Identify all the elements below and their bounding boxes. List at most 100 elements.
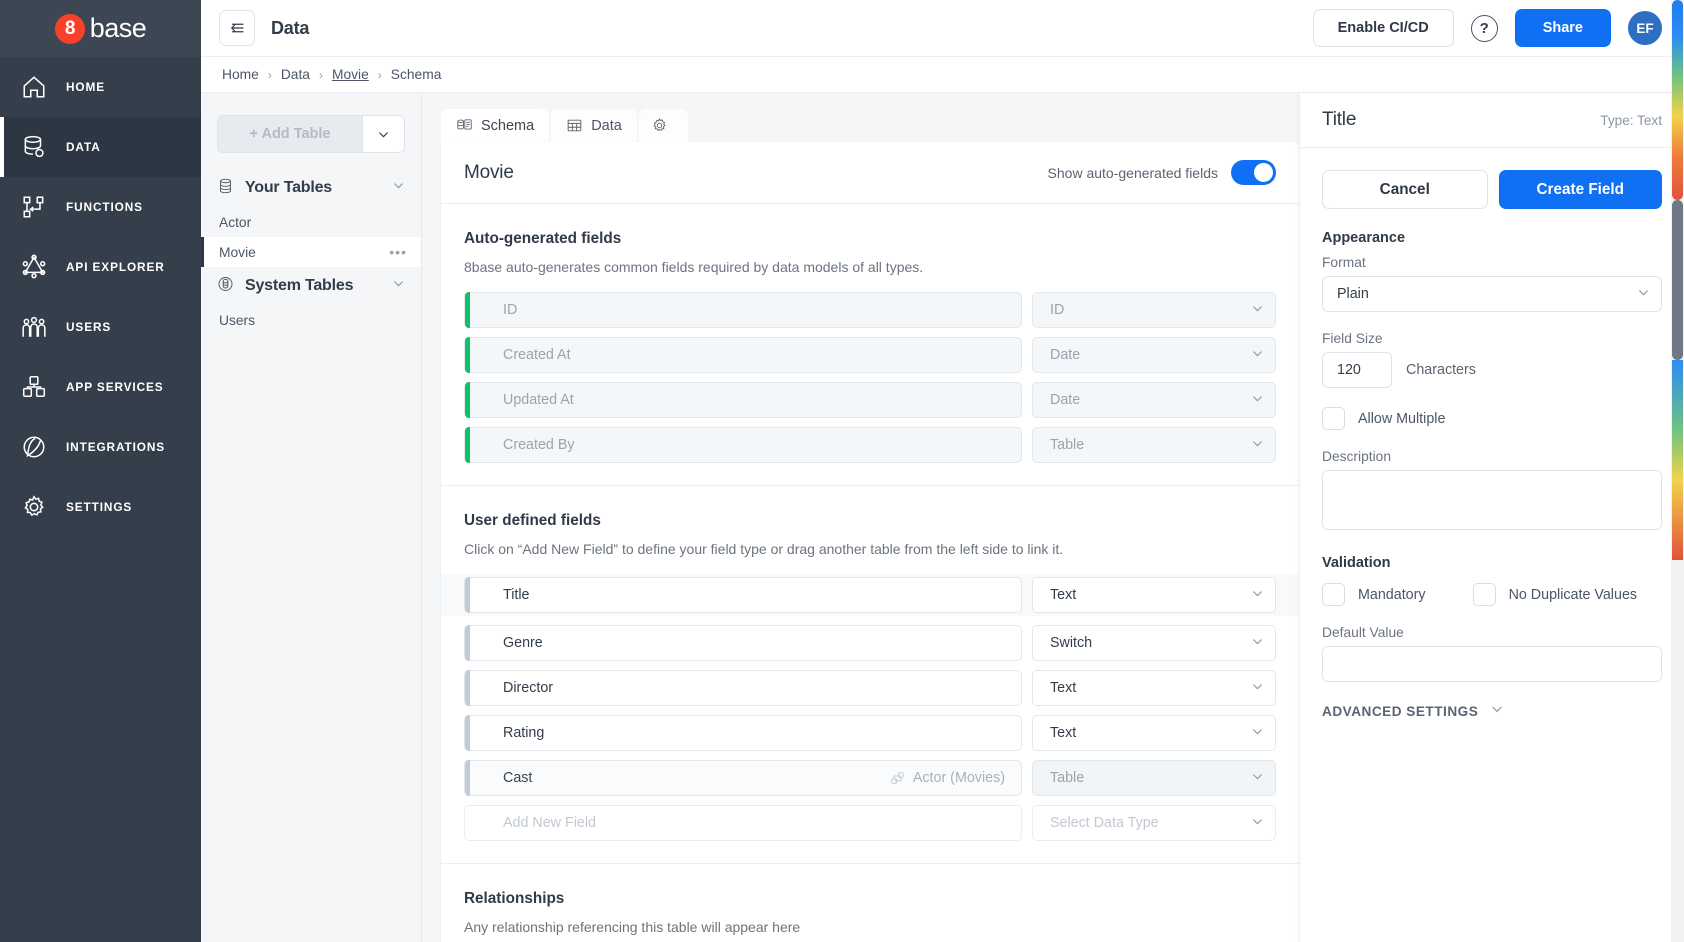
chevron-down-icon[interactable]: [392, 179, 405, 197]
sidebar-item-settings[interactable]: SETTINGS: [0, 477, 201, 537]
chevron-down-icon[interactable]: [392, 277, 405, 295]
share-button[interactable]: Share: [1515, 9, 1611, 47]
tab-settings[interactable]: [639, 109, 688, 142]
field-editor-header: Title Type: Text: [1300, 93, 1684, 148]
section-title: Relationships: [464, 890, 1276, 908]
sidebar-item-label: FUNCTIONS: [66, 200, 143, 214]
integrations-icon: [20, 434, 47, 461]
field-type-label: Text: [1050, 587, 1251, 603]
field-name-input: Created By: [464, 427, 1022, 463]
description-textarea[interactable]: [1322, 470, 1662, 530]
sidebar-item-api-explorer[interactable]: API EXPLORER: [0, 237, 201, 297]
table-list-item-actor[interactable]: Actor: [201, 207, 421, 237]
field-type-select[interactable]: Text: [1032, 715, 1276, 751]
chevron-down-icon: [1251, 347, 1264, 364]
advanced-settings-toggle[interactable]: ADVANCED SETTINGS: [1322, 702, 1662, 721]
chevron-down-icon: [1251, 587, 1264, 604]
add-table-button[interactable]: + Add Table: [217, 115, 362, 153]
system-tables-group-header[interactable]: System Tables: [217, 267, 405, 305]
avatar[interactable]: EF: [1628, 11, 1662, 45]
field-name-input[interactable]: Rating: [464, 715, 1022, 751]
home-icon: [20, 74, 47, 101]
field-row-title: Title Text: [441, 574, 1299, 616]
schema-panel: Movie Show auto-generated fields Auto-ge…: [441, 142, 1299, 942]
field-row-director: Director Text: [464, 670, 1276, 706]
table-context-menu-icon[interactable]: •••: [389, 248, 407, 256]
add-new-field-input[interactable]: Add New Field: [464, 805, 1022, 841]
field-editor-actions: Cancel Create Field: [1322, 170, 1662, 209]
breadcrumb-item-home[interactable]: Home: [222, 67, 259, 82]
brand-logo[interactable]: 8 base: [0, 0, 201, 57]
field-type-label: Text: [1050, 725, 1251, 741]
breadcrumb-separator: ›: [378, 68, 382, 82]
collapse-sidebar-button[interactable]: [219, 10, 255, 46]
your-tables-group-header[interactable]: Your Tables: [217, 169, 405, 207]
chevron-down-icon: [1251, 815, 1264, 832]
group-title: Your Tables: [245, 179, 381, 197]
sidebar-item-home[interactable]: HOME: [0, 57, 201, 117]
select-data-type-label: Select Data Type: [1050, 815, 1251, 831]
chevron-down-icon: [377, 128, 390, 141]
no-duplicate-values-checkbox[interactable]: [1473, 583, 1496, 606]
breadcrumb-item-movie[interactable]: Movie: [332, 67, 369, 82]
field-type-select: Date: [1032, 337, 1276, 373]
sidebar-item-integrations[interactable]: INTEGRATIONS: [0, 417, 201, 477]
field-row-new: Add New Field Select Data Type: [464, 805, 1276, 841]
field-type-label: Date: [1050, 347, 1251, 363]
chevron-down-icon: [1251, 635, 1264, 652]
cancel-button[interactable]: Cancel: [1322, 170, 1488, 209]
format-select[interactable]: Plain: [1322, 276, 1662, 312]
allow-multiple-checkbox[interactable]: [1322, 407, 1345, 430]
field-name-input[interactable]: Director: [464, 670, 1022, 706]
description-label: Description: [1322, 449, 1662, 464]
sidebar-item-functions[interactable]: FUNCTIONS: [0, 177, 201, 237]
field-name-input[interactable]: Title: [464, 577, 1022, 613]
field-type-select: Date: [1032, 382, 1276, 418]
tab-label: Data: [591, 118, 622, 134]
help-icon[interactable]: ?: [1471, 15, 1498, 42]
default-value-input[interactable]: [1322, 646, 1662, 682]
enable-cicd-button[interactable]: Enable CI/CD: [1313, 9, 1454, 47]
section-description: Any relationship referencing this table …: [464, 919, 1276, 935]
tab-data[interactable]: Data: [551, 109, 637, 142]
chevron-down-icon: [1251, 725, 1264, 742]
chevron-down-icon: [1490, 702, 1504, 721]
center-content: Schema Data: [422, 93, 1299, 942]
page-scrollbar[interactable]: [1671, 0, 1684, 942]
scrollbar-thumb[interactable]: [1672, 0, 1683, 200]
field-size-input[interactable]: [1322, 352, 1392, 388]
show-autogen-toggle[interactable]: [1231, 160, 1276, 185]
scrollbar-thumb-secondary[interactable]: [1672, 200, 1683, 360]
field-type-select[interactable]: Table: [1032, 760, 1276, 796]
mandatory-checkbox[interactable]: [1322, 583, 1345, 606]
table-list-item-movie[interactable]: Movie •••: [201, 237, 421, 267]
scrollbar-thumb-tertiary[interactable]: [1672, 360, 1683, 560]
collapse-sidebar-icon: [228, 19, 246, 37]
breadcrumb-item-data[interactable]: Data: [281, 67, 310, 82]
sidebar-item-users[interactable]: USERS: [0, 297, 201, 357]
table-list-item-users[interactable]: Users: [201, 305, 421, 335]
sidebar-item-label: SETTINGS: [66, 500, 132, 514]
field-type-select[interactable]: Switch: [1032, 625, 1276, 661]
field-row-cast: Cast Actor (Movies): [464, 760, 1276, 796]
field-type-label: Date: [1050, 392, 1251, 408]
sidebar-item-data[interactable]: DATA: [0, 117, 201, 177]
field-name-input[interactable]: Genre: [464, 625, 1022, 661]
field-type-select[interactable]: Text: [1032, 577, 1276, 613]
sidebar-item-label: API EXPLORER: [66, 260, 165, 274]
field-type-select[interactable]: Text: [1032, 670, 1276, 706]
field-row: ID ID: [464, 292, 1276, 328]
gear-icon: [20, 494, 47, 521]
select-data-type-select[interactable]: Select Data Type: [1032, 805, 1276, 841]
format-label: Format: [1322, 255, 1662, 270]
field-type-label: Switch: [1050, 635, 1251, 651]
field-editor-panel: Title Type: Text Cancel Create Field App…: [1299, 93, 1684, 942]
field-type-label: Text: [1050, 680, 1251, 696]
tab-schema[interactable]: Schema: [441, 109, 549, 142]
chevron-down-icon: [1251, 392, 1264, 409]
sidebar-item-app-services[interactable]: APP SERVICES: [0, 357, 201, 417]
add-table-dropdown-button[interactable]: [362, 115, 405, 153]
field-name-input[interactable]: Cast Actor (Movies): [464, 760, 1022, 796]
create-field-button[interactable]: Create Field: [1499, 170, 1663, 209]
field-size-row: Characters: [1322, 352, 1662, 388]
